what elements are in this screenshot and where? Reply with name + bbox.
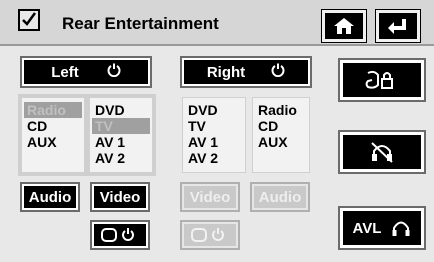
list-item[interactable]: AUX xyxy=(27,134,79,150)
avl-label: AVL xyxy=(352,219,382,237)
right-screen-power-button[interactable] xyxy=(180,220,240,250)
right-video-button[interactable]: Video xyxy=(180,182,240,212)
right-audio-button[interactable]: Audio xyxy=(250,182,310,212)
left-video-button[interactable]: Video xyxy=(90,182,150,212)
right-label: Right xyxy=(206,63,246,81)
left-audio-source-list[interactable]: Radio CD AUX xyxy=(21,97,85,173)
list-item[interactable]: DVD xyxy=(95,102,147,118)
list-item[interactable]: AUX xyxy=(258,134,304,150)
home-icon xyxy=(334,18,354,34)
left-video-source-list[interactable]: DVD TV AV 1 AV 2 xyxy=(89,97,153,173)
child-lock-icon xyxy=(365,70,393,89)
left-audio-button[interactable]: Audio xyxy=(20,182,80,212)
back-arrow-icon xyxy=(388,19,406,34)
list-item[interactable]: AV 2 xyxy=(95,150,147,166)
mute-remote-button[interactable] xyxy=(338,130,426,174)
list-item[interactable]: Radio xyxy=(24,102,82,118)
power-icon xyxy=(271,63,285,81)
checkbox[interactable] xyxy=(18,9,40,31)
left-screen-power-button[interactable] xyxy=(90,220,150,250)
back-button[interactable] xyxy=(375,9,421,43)
right-audio-source-list[interactable]: Radio CD AUX xyxy=(252,97,310,173)
list-item[interactable]: AV 2 xyxy=(188,150,240,166)
screen-power-icon xyxy=(101,228,134,242)
checkmark-icon xyxy=(22,12,37,26)
list-item[interactable]: TV xyxy=(188,118,240,134)
list-item[interactable]: AV 1 xyxy=(188,134,240,150)
avl-button[interactable]: AVL xyxy=(338,206,426,250)
left-label: Left xyxy=(51,63,79,81)
left-power-button[interactable]: Left xyxy=(20,56,152,88)
list-item[interactable]: Radio xyxy=(258,102,304,118)
child-lock-button[interactable] xyxy=(338,58,426,102)
list-item[interactable]: DVD xyxy=(188,102,240,118)
list-item[interactable]: CD xyxy=(258,118,304,134)
home-button[interactable] xyxy=(321,9,367,43)
right-power-button[interactable]: Right xyxy=(180,56,312,88)
list-item[interactable]: CD xyxy=(27,118,79,134)
list-item[interactable]: TV xyxy=(92,118,150,134)
screen-power-icon xyxy=(191,228,224,242)
power-icon xyxy=(107,63,121,81)
headphones-off-icon xyxy=(371,142,393,163)
list-item[interactable]: AV 1 xyxy=(95,134,147,150)
right-video-source-list[interactable]: DVD TV AV 1 AV 2 xyxy=(182,97,246,173)
page-title: Rear Entertainment xyxy=(62,14,219,33)
headphones-icon xyxy=(392,221,410,236)
